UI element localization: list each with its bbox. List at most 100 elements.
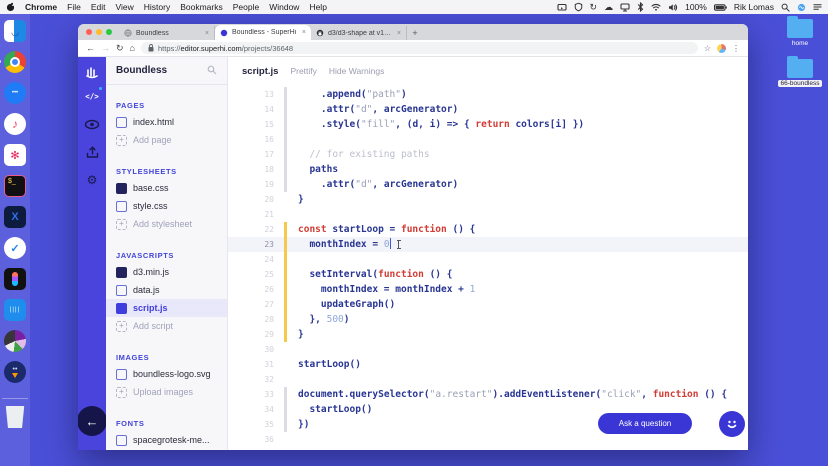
dock-item-terminal[interactable] xyxy=(4,175,26,197)
apple-menu-icon[interactable] xyxy=(6,2,15,12)
dock-item-intercom[interactable] xyxy=(4,299,26,321)
code-line-33[interactable]: 33document.querySelector("a.restart").ad… xyxy=(228,387,748,402)
code-line-14[interactable]: 14 .attr("d", arcGenerator) xyxy=(228,102,748,117)
code-line-21[interactable]: 21 xyxy=(228,207,748,222)
menubar-item-view[interactable]: View xyxy=(115,2,133,12)
sidebar-item-d3.min.js[interactable]: d3.min.js xyxy=(116,263,227,281)
menubar-item-edit[interactable]: Edit xyxy=(91,2,106,12)
sidebar-item-data.js[interactable]: data.js xyxy=(116,281,227,299)
wifi-icon[interactable] xyxy=(651,3,661,11)
code-line-30[interactable]: 30 xyxy=(228,342,748,357)
menubar-item-window[interactable]: Window xyxy=(269,2,299,12)
sidebar-item-file[interactable] xyxy=(116,449,227,450)
sidebar-item-Add script[interactable]: +Add script xyxy=(116,317,227,335)
menubar-item-history[interactable]: History xyxy=(144,2,170,12)
browser-tab-3[interactable]: d3/d3-shape at v1.3.4× xyxy=(311,26,407,40)
battery-icon[interactable] xyxy=(714,4,727,11)
code-line-19[interactable]: 19 .attr("d", arcGenerator) xyxy=(228,177,748,192)
hide-warnings-button[interactable]: Hide Warnings xyxy=(329,66,384,76)
menubar-item-people[interactable]: People xyxy=(233,2,259,12)
screen-mirroring-icon[interactable] xyxy=(557,3,567,12)
close-window-button[interactable] xyxy=(86,29,92,35)
desktop-folder-home[interactable]: home xyxy=(778,16,822,47)
desktop-folder-66-boundless[interactable]: 66-boundless xyxy=(778,56,822,87)
home-button[interactable]: ⌂ xyxy=(130,44,135,53)
volume-icon[interactable] xyxy=(668,3,678,12)
upload-icon[interactable] xyxy=(78,138,106,166)
zoom-window-button[interactable] xyxy=(106,29,112,35)
dock-item-finder[interactable] xyxy=(4,20,26,42)
tab-close-icon[interactable]: × xyxy=(397,30,401,37)
back-to-dashboard-button[interactable]: ← xyxy=(78,406,107,436)
dock-item-mail[interactable] xyxy=(4,237,26,259)
code-icon[interactable]: </> xyxy=(78,82,106,110)
code-line-36[interactable]: 36 xyxy=(228,432,748,447)
bluetooth-icon[interactable] xyxy=(637,2,644,12)
minimize-window-button[interactable] xyxy=(96,29,102,35)
dock-item-trash[interactable] xyxy=(4,406,26,428)
dock-item-music[interactable] xyxy=(4,113,26,135)
menubar-item-help[interactable]: Help xyxy=(309,2,326,12)
sidebar-item-boundless-logo.svg[interactable]: boundless-logo.svg xyxy=(116,365,227,383)
code-line-17[interactable]: 17 // for existing paths xyxy=(228,147,748,162)
sidebar-item-index.html[interactable]: index.html xyxy=(116,113,227,131)
tab-close-icon[interactable]: × xyxy=(205,30,209,37)
dock-item-code-app[interactable] xyxy=(4,206,26,228)
code-line-23[interactable]: 23 monthIndex = 0 xyxy=(228,237,748,252)
bookmark-star-icon[interactable]: ☆ xyxy=(704,44,711,53)
dock-item-chrome[interactable] xyxy=(4,51,26,73)
code-line-20[interactable]: 20} xyxy=(228,192,748,207)
forward-button[interactable]: → xyxy=(101,44,110,53)
back-button[interactable]: ← xyxy=(86,44,95,53)
user-name[interactable]: Rik Lomas xyxy=(734,2,774,12)
reload-button[interactable]: ↻ xyxy=(116,44,124,53)
dock-item-slack[interactable] xyxy=(4,144,26,166)
code-line-29[interactable]: 29} xyxy=(228,327,748,342)
browser-tab-1[interactable]: Boundless× xyxy=(119,26,215,40)
sidebar-item-script.js[interactable]: script.js xyxy=(116,299,227,317)
tab-close-icon[interactable]: × xyxy=(302,29,306,36)
code-line-28[interactable]: 28 }, 500) xyxy=(228,312,748,327)
sync-icon[interactable]: ↻ xyxy=(590,3,598,12)
ask-a-question-button[interactable]: Ask a question xyxy=(598,413,692,434)
browser-tab-2[interactable]: Boundless - SuperHi× xyxy=(215,25,311,40)
menubar-item-file[interactable]: File xyxy=(67,2,81,12)
code-line-15[interactable]: 15 .style("fill", (d, i) => { return col… xyxy=(228,117,748,132)
search-icon[interactable] xyxy=(781,3,790,12)
profile-avatar[interactable] xyxy=(717,44,726,53)
code-line-25[interactable]: 25 setInterval(function () { xyxy=(228,267,748,282)
code-area[interactable]: 13 .append("path")14 .attr("d", arcGener… xyxy=(228,87,748,450)
code-line-27[interactable]: 27 updateGraph() xyxy=(228,297,748,312)
dock-item-media[interactable] xyxy=(4,330,26,352)
gear-icon[interactable]: ⚙ xyxy=(78,166,106,194)
cloud-icon[interactable]: ☁ xyxy=(604,3,613,12)
menubar-item-bookmarks[interactable]: Bookmarks xyxy=(180,2,223,12)
browser-menu-icon[interactable]: ⋮ xyxy=(732,44,740,53)
shield-icon[interactable] xyxy=(574,2,583,12)
code-line-31[interactable]: 31startLoop() xyxy=(228,357,748,372)
help-smiley-button[interactable] xyxy=(719,411,745,437)
code-line-18[interactable]: 18 paths xyxy=(228,162,748,177)
code-line-13[interactable]: 13 .append("path") xyxy=(228,87,748,102)
address-bar[interactable]: https://editor.superhi.com/projects/3664… xyxy=(141,42,698,54)
sidebar-item-base.css[interactable]: base.css xyxy=(116,179,227,197)
prettify-button[interactable]: Prettify xyxy=(290,66,316,76)
code-editor[interactable]: script.js Prettify Hide Warnings 13 .app… xyxy=(228,57,748,450)
dock-item-bird[interactable] xyxy=(4,361,26,383)
dock-item-messages[interactable] xyxy=(4,82,26,104)
code-line-22[interactable]: 22const startLoop = function () { xyxy=(228,222,748,237)
code-line-26[interactable]: 26 monthIndex = monthIndex + 1 xyxy=(228,282,748,297)
display-icon[interactable] xyxy=(620,3,630,12)
code-line-24[interactable]: 24 xyxy=(228,252,748,267)
sidebar-item-Add stylesheet[interactable]: +Add stylesheet xyxy=(116,215,227,233)
siri-icon[interactable] xyxy=(797,3,806,12)
code-line-16[interactable]: 16 xyxy=(228,132,748,147)
sidebar-item-Upload images[interactable]: +Upload images xyxy=(116,383,227,401)
code-line-32[interactable]: 32 xyxy=(228,372,748,387)
new-tab-button[interactable]: + xyxy=(407,28,423,40)
notification-center-icon[interactable] xyxy=(813,3,822,11)
sidebar-item-spacegrotesk-me...[interactable]: spacegrotesk-me... xyxy=(116,431,227,449)
search-icon[interactable] xyxy=(207,62,217,80)
sidebar-item-Add page[interactable]: +Add page xyxy=(116,131,227,149)
menubar-item-chrome[interactable]: Chrome xyxy=(25,2,57,12)
